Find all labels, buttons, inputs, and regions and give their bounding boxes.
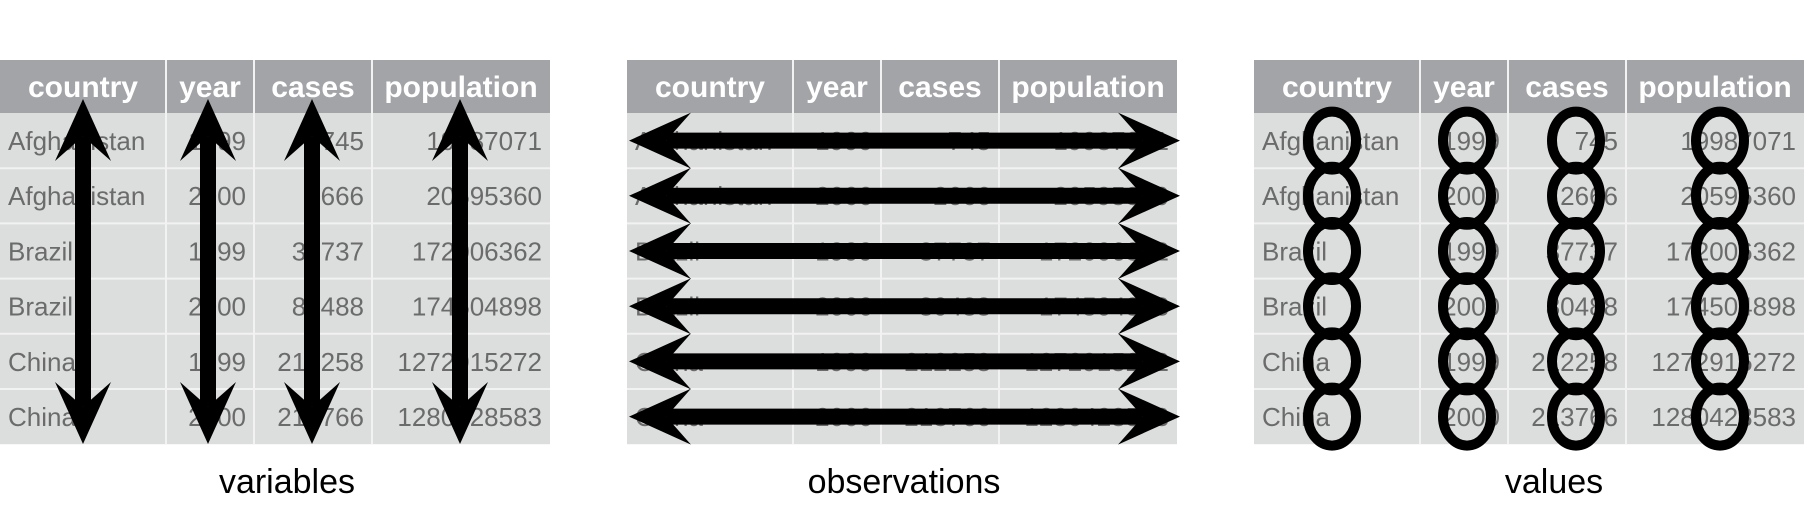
table-cell: 1272915272	[397, 347, 542, 377]
column-header: year	[1433, 71, 1495, 104]
panel-caption: variables	[219, 463, 355, 501]
column-header: year	[179, 71, 241, 104]
column-header: cases	[1525, 71, 1608, 104]
table-cell: China	[1262, 402, 1330, 432]
table-cell: 1272915272	[1651, 347, 1796, 377]
table-cell: 1999	[188, 236, 246, 266]
tidy-data-diagram: country year cases population Afghanistan 199…	[0, 60, 1804, 501]
table-observations: countryyearcasespopulationAfghanistan199…	[627, 60, 1177, 501]
table-cell: China	[1262, 347, 1330, 377]
table-cell: 37737	[292, 236, 364, 266]
table-cell: 172006362	[412, 236, 542, 266]
table-cell: 212258	[277, 347, 364, 377]
table-cell: 2000	[188, 292, 246, 322]
column-header: year	[806, 71, 868, 104]
table-cell: 174504898	[412, 292, 542, 322]
table-cell: 2666	[1560, 181, 1618, 211]
table-cell: Brazil	[8, 292, 73, 322]
column-header: country	[28, 71, 138, 104]
table-cell: Brazil	[1262, 236, 1327, 266]
column-header: population	[1638, 71, 1791, 104]
table-cell: 1999	[188, 347, 246, 377]
table-cell: China	[8, 347, 76, 377]
column-header: population	[1011, 71, 1164, 104]
column-header: country	[1282, 71, 1392, 104]
table-cell: 80488	[292, 292, 364, 322]
table-cell: 2000	[188, 181, 246, 211]
panel-caption: observations	[808, 463, 1001, 501]
column-header: population	[384, 71, 537, 104]
table-cell: 174504898	[1666, 292, 1796, 322]
table-cell: Afghanistan	[1262, 126, 1399, 156]
panel-caption: values	[1505, 463, 1603, 501]
table-cell: Brazil	[8, 236, 73, 266]
table-cell: 20595360	[426, 181, 542, 211]
column-header: country	[655, 71, 765, 104]
table-cell: Afghanistan	[1262, 181, 1399, 211]
column-header: cases	[271, 71, 354, 104]
table-cell: Brazil	[1262, 292, 1327, 322]
table-cell: 1280428583	[1651, 402, 1796, 432]
column-header: cases	[898, 71, 981, 104]
table-cell: 172006362	[1666, 236, 1796, 266]
